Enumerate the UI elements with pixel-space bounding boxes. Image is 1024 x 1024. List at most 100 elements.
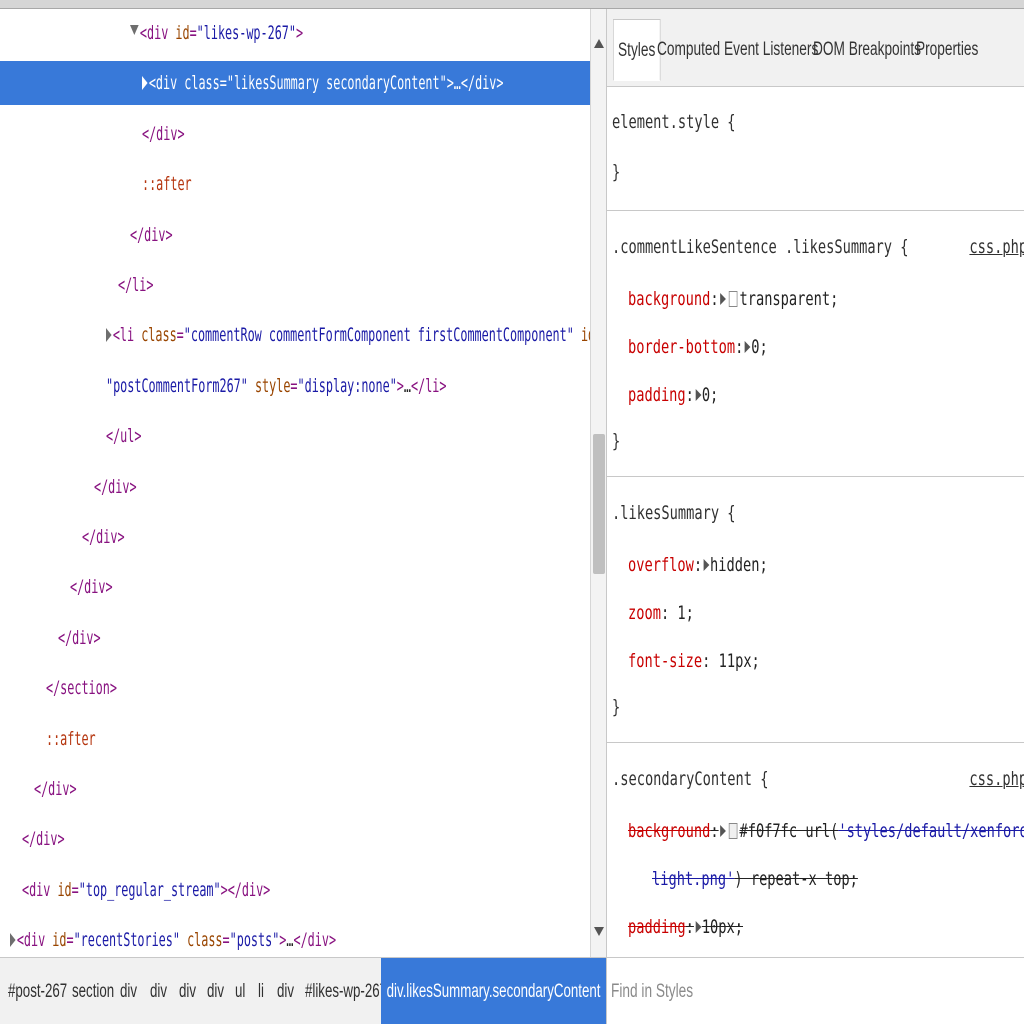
breadcrumb-item[interactable]: section — [72, 958, 114, 1024]
dom-node[interactable]: <div id="likes-wp-267"> — [0, 11, 590, 55]
elements-tree[interactable]: <div id="likes-wp-267"> <div class="likes… — [0, 9, 590, 957]
background-url-link[interactable]: light.png' — [652, 868, 734, 890]
dom-node[interactable]: </div> — [0, 465, 590, 509]
rule-secondary-content[interactable]: .secondaryContent { css.php background: #… — [607, 742, 1024, 957]
node-token: </div> — [130, 223, 173, 246]
breadcrumb-item[interactable]: #likes-wp-267 — [305, 958, 387, 1024]
tab-styles[interactable]: Styles — [613, 19, 661, 81]
dom-node[interactable]: <li class="commentRow commentFormCompone… — [0, 313, 590, 357]
scroll-down-arrow-icon[interactable] — [594, 927, 604, 936]
find-in-styles-box[interactable] — [606, 958, 1024, 1024]
property-name[interactable]: background — [628, 288, 710, 310]
css-property-font-size[interactable]: font-size: 11px; — [628, 639, 760, 683]
expand-triangle-icon[interactable] — [10, 933, 16, 948]
property-value[interactable]: 0; — [702, 384, 718, 406]
dom-node[interactable]: <div id="top_regular_stream"></div> — [0, 868, 590, 912]
css-property-background-overridden[interactable]: background: #f0f7fc url('styles/default/x… — [628, 809, 1024, 853]
node-token: > — [279, 929, 287, 952]
dom-node-selected[interactable]: <div class="likesSummary secondaryConten… — [0, 61, 590, 106]
dom-node[interactable]: <div id="recentStories" class="posts">…<… — [0, 918, 590, 957]
expand-triangle-icon[interactable] — [142, 76, 148, 91]
breadcrumb-item[interactable]: div — [207, 958, 224, 1024]
expand-triangle-icon[interactable] — [703, 559, 710, 571]
dom-node[interactable]: </div> — [0, 817, 590, 861]
elements-scrollbar[interactable] — [590, 9, 606, 957]
dom-node[interactable]: </section> — [0, 666, 590, 710]
tab-properties[interactable]: Properties — [916, 19, 978, 81]
breadcrumb-item[interactable]: div — [179, 958, 196, 1024]
node-token: </div> — [94, 475, 137, 498]
node-token: = — [219, 72, 227, 95]
rule-comment-like-sentence[interactable]: .commentLikeSentence .likesSummary { css… — [607, 210, 1024, 476]
scroll-thumb[interactable] — [593, 434, 605, 574]
property-value[interactable]: 10px; — [702, 916, 743, 938]
dom-node[interactable]: </div> — [0, 213, 590, 257]
property-name[interactable]: font-size — [628, 650, 702, 672]
color-swatch-icon[interactable] — [728, 291, 738, 307]
expand-triangle-icon[interactable] — [744, 341, 751, 353]
breadcrumb-item[interactable]: div — [150, 958, 167, 1024]
color-swatch-icon[interactable] — [728, 823, 738, 839]
dom-node[interactable]: ::after — [0, 717, 590, 761]
property-value[interactable]: 11px; — [719, 650, 760, 672]
breadcrumb-item[interactable]: #post-267 — [8, 958, 67, 1024]
dom-node[interactable]: </div> — [0, 767, 590, 811]
dom-node[interactable]: </div> — [0, 112, 590, 156]
dom-node[interactable]: "postCommentForm267" style="display:none… — [0, 364, 590, 408]
property-name[interactable]: padding — [628, 384, 686, 406]
expand-triangle-icon[interactable] — [695, 389, 702, 401]
dom-node[interactable]: ::after — [0, 162, 590, 206]
rule-element-style[interactable]: element.style { } — [607, 88, 1024, 210]
property-name[interactable]: background — [628, 820, 710, 842]
property-value[interactable]: 0; — [751, 336, 767, 358]
css-property-background[interactable]: background: transparent; — [628, 277, 838, 321]
property-name[interactable]: overflow — [628, 554, 694, 576]
rule-close-brace: } — [612, 161, 621, 183]
dom-node[interactable]: </li> — [0, 263, 590, 307]
tab-dom-breakpoints[interactable]: DOM Breakpoints — [813, 19, 921, 81]
node-token: </div> — [22, 828, 65, 851]
rule-source-link[interactable]: css.php — [969, 757, 1024, 801]
collapse-triangle-icon[interactable] — [130, 25, 139, 35]
property-value[interactable]: transparent; — [739, 288, 838, 310]
breadcrumb-item[interactable]: li — [258, 958, 264, 1024]
property-value[interactable]: hidden; — [710, 554, 768, 576]
rule-likes-summary[interactable]: .likesSummary { overflow: hidden; zoom: 1… — [607, 476, 1024, 742]
expand-triangle-icon[interactable] — [695, 921, 702, 933]
property-name[interactable]: border-bottom — [628, 336, 735, 358]
css-property-padding[interactable]: padding: 0; — [628, 373, 718, 417]
dom-node[interactable]: </div> — [0, 616, 590, 660]
expand-triangle-icon[interactable] — [106, 328, 112, 343]
css-property-padding-overridden[interactable]: padding: 10px; — [628, 905, 743, 949]
scroll-up-arrow-icon[interactable] — [594, 39, 604, 48]
tab-event-listeners[interactable]: Event Listeners — [724, 19, 818, 81]
css-property-overflow[interactable]: overflow: hidden; — [628, 543, 768, 587]
node-token: </div> — [58, 626, 101, 649]
node-token: <div — [148, 72, 185, 95]
dom-node[interactable]: </ul> — [0, 414, 590, 458]
background-url-link[interactable]: 'styles/default/xenforo/gradients/ — [838, 820, 1024, 842]
breadcrumb-item[interactable]: div — [120, 958, 137, 1024]
css-property-zoom[interactable]: zoom: 1; — [628, 591, 694, 635]
breadcrumb-item[interactable]: div — [277, 958, 294, 1024]
property-name[interactable]: zoom — [628, 602, 661, 624]
property-value[interactable]: 1; — [677, 602, 693, 624]
node-token: "top_regular_stream" — [78, 878, 221, 901]
rule-source-link[interactable]: css.php — [969, 225, 1024, 269]
breadcrumb-item-selected[interactable]: div.likesSummary.secondaryContent — [381, 958, 607, 1024]
breadcrumb-item[interactable]: ul — [235, 958, 245, 1024]
expand-triangle-icon[interactable] — [720, 293, 726, 305]
rule-close-brace: } — [612, 696, 621, 718]
property-name[interactable]: padding — [628, 916, 686, 938]
rule-close-brace: } — [612, 430, 621, 452]
property-value[interactable]: ) repeat-x top; — [734, 868, 858, 890]
dom-node[interactable]: </div> — [0, 565, 590, 609]
expand-triangle-icon[interactable] — [720, 825, 726, 837]
dom-node[interactable]: </div> — [0, 515, 590, 559]
node-token: </section> — [46, 677, 117, 700]
css-property-background-continued[interactable]: light.png') repeat-x top; — [652, 857, 858, 901]
tab-computed[interactable]: Computed — [657, 19, 720, 81]
property-value[interactable]: #f0f7fc url( — [739, 820, 838, 842]
find-in-styles-input[interactable] — [611, 972, 1000, 1012]
css-property-border-bottom[interactable]: border-bottom: 0; — [628, 325, 768, 369]
